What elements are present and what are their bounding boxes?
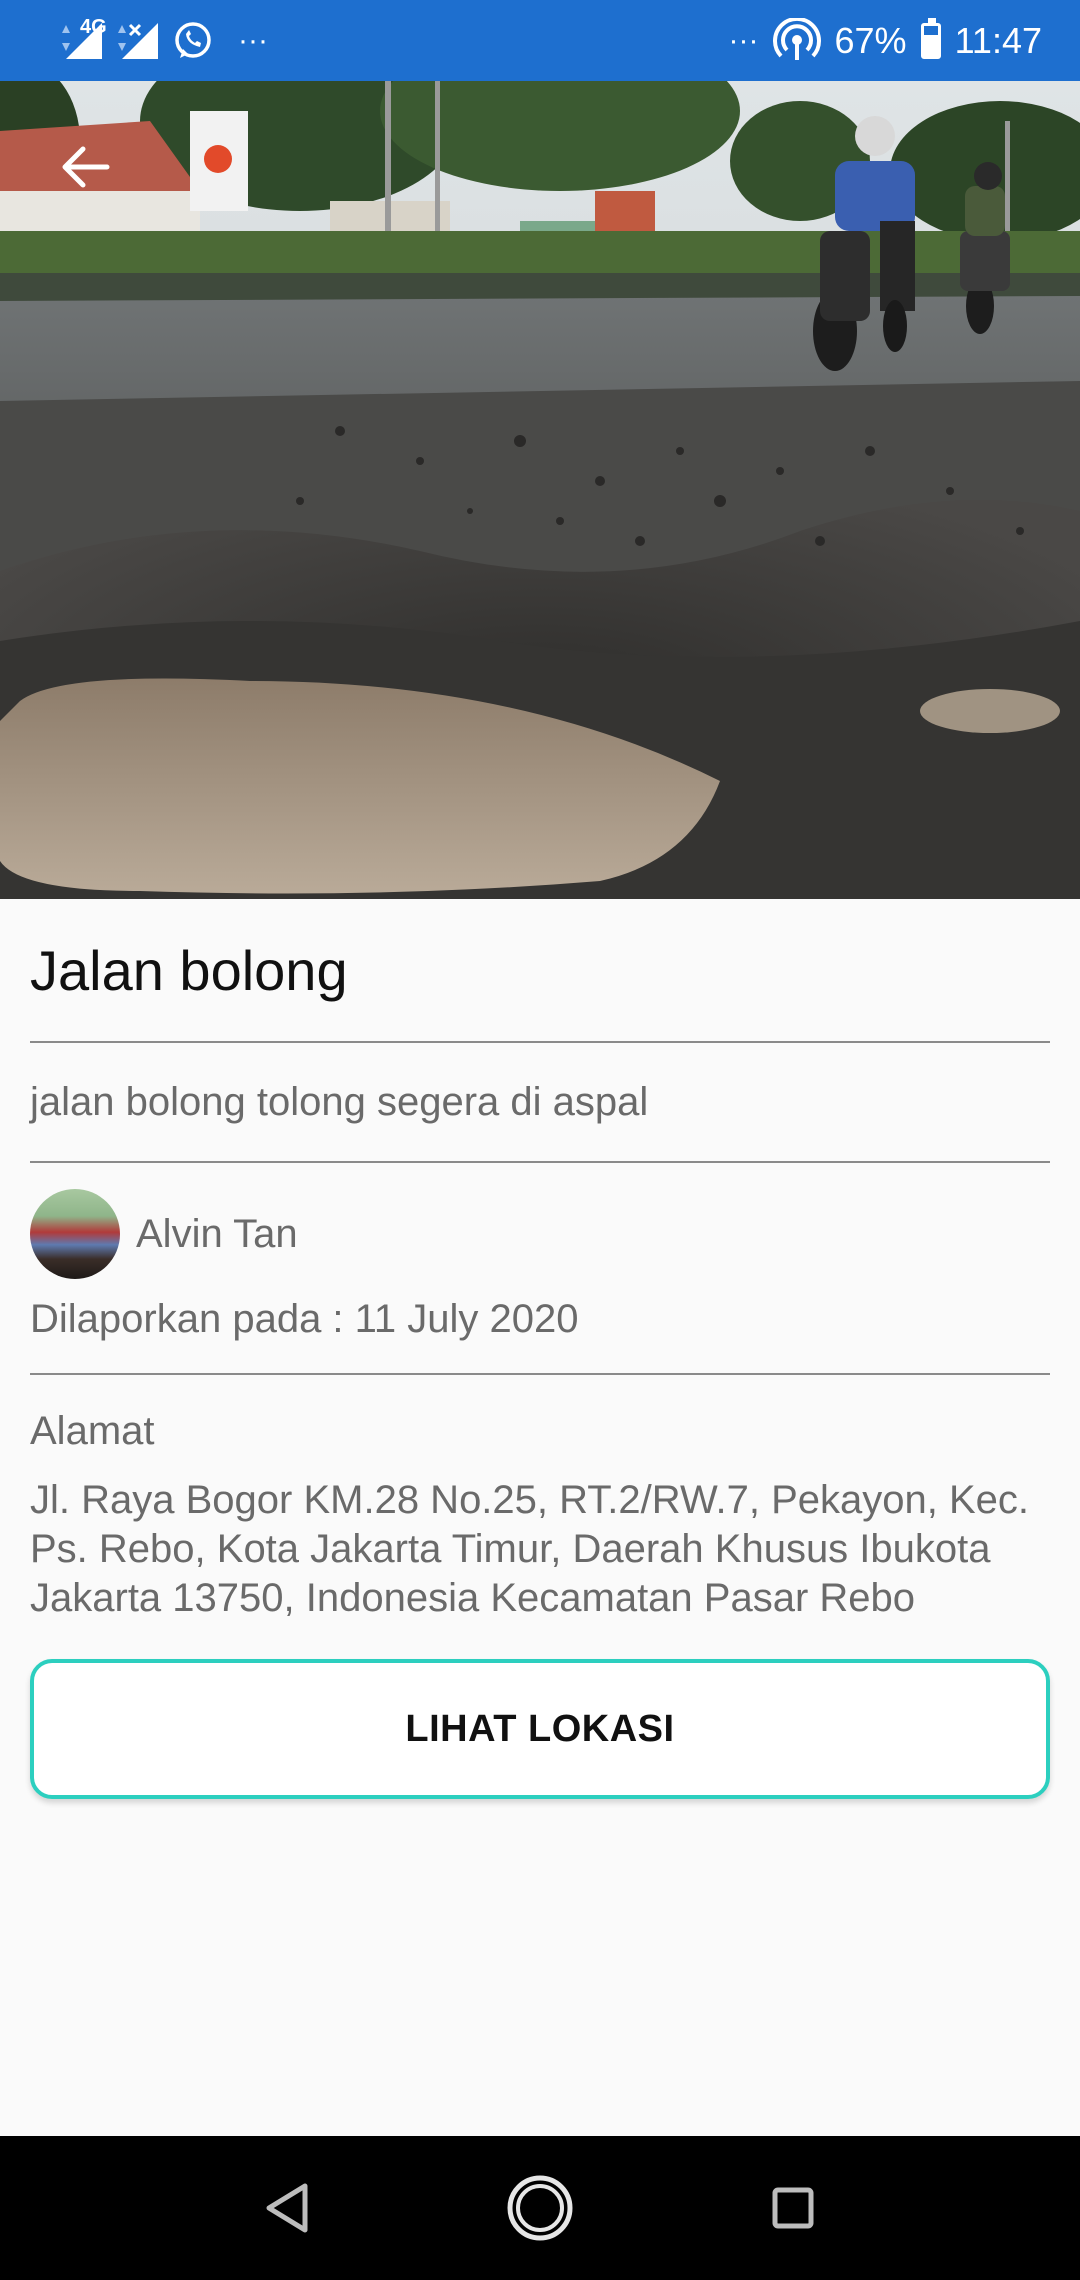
status-overflow-icon: ··· [728,23,759,57]
network-type-label: 4G [80,16,107,38]
back-button[interactable] [50,132,120,202]
divider [30,1373,1050,1375]
notification-overflow-icon: ··· [238,23,268,57]
reporter-name: Alvin Tan [136,1211,298,1256]
clock: 11:47 [954,19,1042,61]
report-photo [0,81,1080,899]
nav-home-button[interactable] [495,2163,585,2253]
view-location-button[interactable]: LIHAT LOKASI [30,1659,1050,1799]
triangle-back-icon [266,2183,308,2233]
address-text: Jl. Raya Bogor KM.28 No.25, RT.2/RW.7, P… [30,1478,1030,1620]
nav-back-button[interactable] [242,2163,332,2253]
reporter-row: Alvin Tan [30,1163,1050,1293]
status-bar: 4G ··· ··· 67% 11:47 [0,0,1080,81]
battery-percent: 67% [834,19,907,61]
avatar [30,1189,120,1279]
pothole-road-photo [0,81,1080,899]
circle-home-icon [507,2175,573,2241]
report-detail-screen: 4G ··· ··· 67% 11:47 Jalan bolong jalan … [0,0,1080,2280]
whatsapp-icon [175,21,211,58]
status-bar-left: 4G ··· [60,16,268,62]
arrow-left-icon [62,146,110,188]
status-bar-right: ··· 67% 11:47 [728,17,1042,64]
navigation-bar [0,2136,1080,2280]
battery-icon [920,17,941,59]
square-recents-icon [772,2187,814,2229]
address-label: Alamat [30,1409,155,1453]
report-details: Jalan bolong jalan bolong tolong segera … [30,899,1050,1799]
report-title: Jalan bolong [30,939,348,1002]
reported-date: Dilaporkan pada : 11 July 2020 [30,1297,579,1341]
report-description: jalan bolong tolong segera di aspal [30,1079,649,1124]
hotspot-icon [772,17,821,60]
nav-recents-button[interactable] [748,2163,838,2253]
signal-no-service-icon [118,22,158,59]
